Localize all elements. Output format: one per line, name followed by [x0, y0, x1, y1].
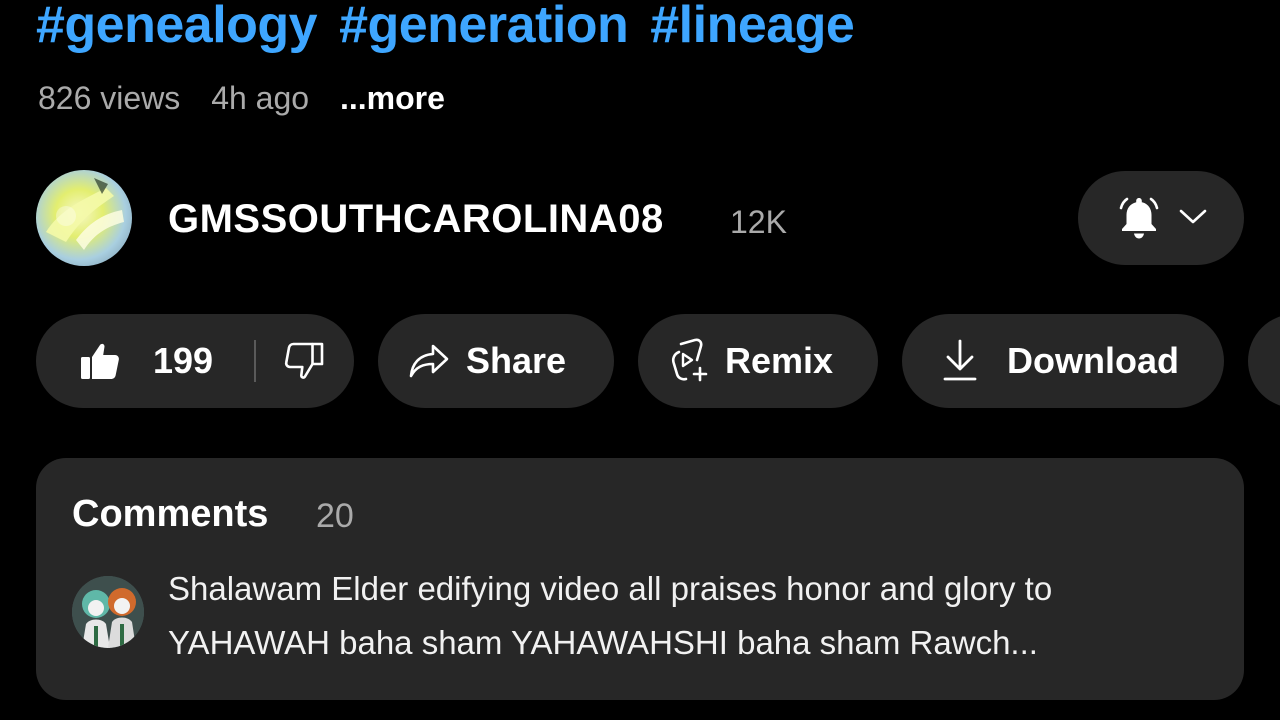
share-arrow-icon — [409, 344, 449, 378]
more-actions-button[interactable] — [1248, 314, 1280, 408]
top-comment-text: Shalawam Elder edifying video all praise… — [168, 570, 1053, 661]
like-dislike-pill: 199 — [36, 314, 354, 408]
download-button[interactable]: Download — [902, 314, 1224, 408]
dislike-button[interactable] — [258, 314, 354, 408]
thumbs-down-icon — [284, 342, 324, 379]
channel-name[interactable]: GMSSOUTHCAROLINA08 — [168, 197, 664, 241]
hashtag-generation[interactable]: #generation — [339, 0, 629, 54]
remix-button[interactable]: Remix — [638, 314, 878, 408]
download-label: Download — [1007, 340, 1179, 381]
upload-age: 4h ago — [211, 80, 310, 116]
like-button[interactable]: 199 — [36, 314, 256, 408]
download-icon — [943, 339, 977, 381]
action-bar: 199 Share Remix Download — [36, 314, 1280, 408]
remix-label: Remix — [725, 340, 834, 381]
hashtag-genealogy[interactable]: #genealogy — [36, 0, 318, 54]
subscription-bell-button[interactable] — [1078, 171, 1244, 265]
like-divider — [254, 340, 256, 382]
comments-panel[interactable]: Comments 20 Shalawam Elder edifying vide… — [36, 458, 1244, 700]
share-button[interactable]: Share — [378, 314, 614, 408]
comments-count: 20 — [316, 497, 354, 535]
thumbs-up-icon — [81, 343, 119, 379]
share-label: Share — [466, 340, 567, 381]
comments-title: Comments — [72, 493, 269, 535]
hashtag-line: #genealogy #generation #lineage — [36, 0, 862, 56]
subscriber-count: 12K — [730, 204, 787, 240]
remix-icon — [671, 338, 708, 382]
more-description-link[interactable]: ...more — [340, 80, 445, 116]
channel-avatar[interactable] — [36, 170, 132, 266]
chevron-down-icon — [1179, 209, 1207, 224]
video-details-panel: #genealogy #generation #lineage 826 view… — [0, 0, 1280, 720]
bell-filled-icon — [1119, 197, 1159, 239]
like-count: 199 — [153, 340, 214, 381]
commenter-avatar — [72, 576, 144, 648]
video-meta: 826 views 4h ago ...more — [38, 78, 467, 118]
channel-row: GMSSOUTHCAROLINA08 12K — [36, 170, 1244, 266]
view-count: 826 views — [38, 80, 181, 116]
hashtag-lineage[interactable]: #lineage — [650, 0, 855, 54]
